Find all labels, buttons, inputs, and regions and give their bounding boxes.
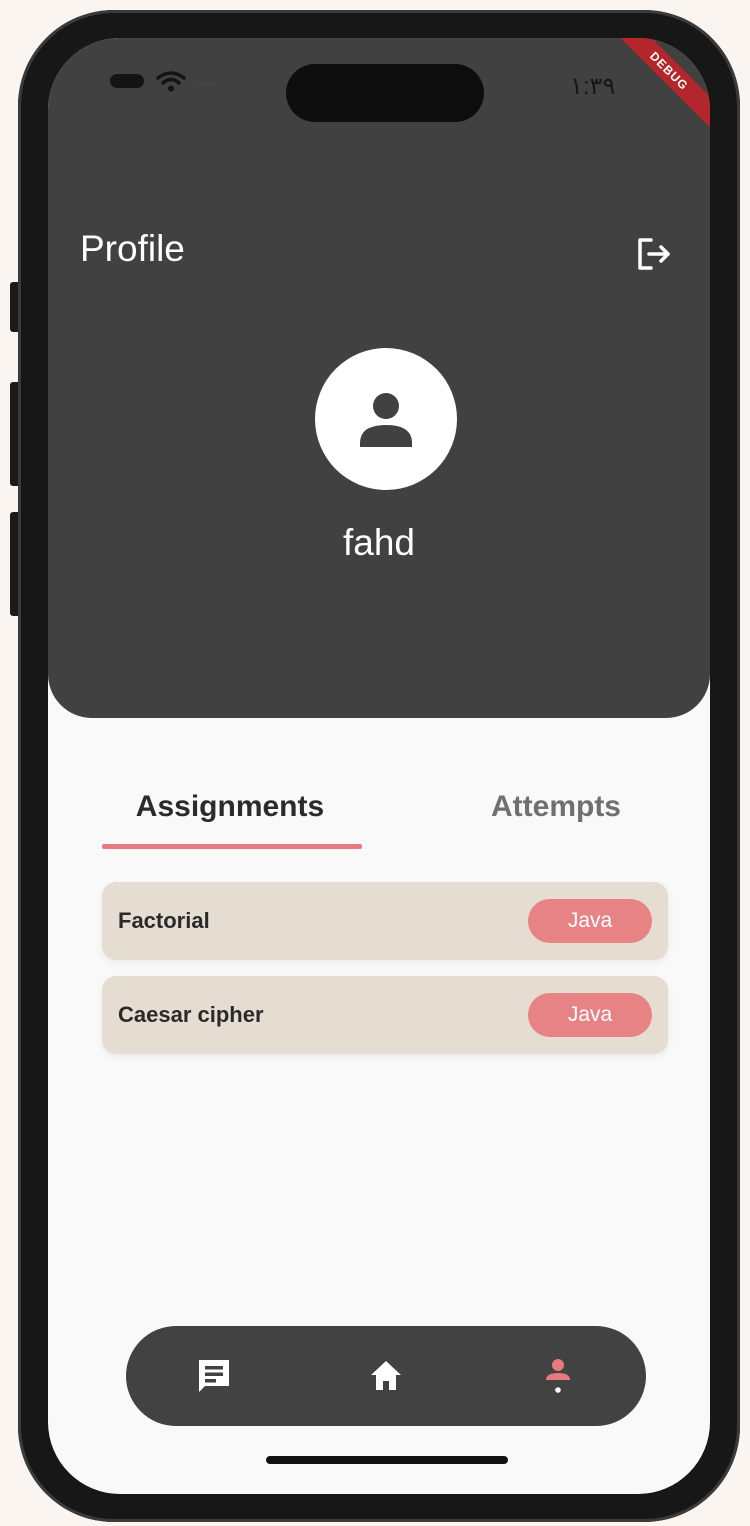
screen: .... ١:٣٩ DEBUG Profile fahd Assignments… — [48, 38, 710, 1494]
logout-icon[interactable] — [634, 234, 674, 274]
username: fahd — [342, 522, 415, 563]
profile-icon[interactable] — [538, 1356, 578, 1396]
chat-icon[interactable] — [194, 1356, 234, 1396]
page-title: Profile — [80, 228, 185, 269]
debug-banner: DEBUG — [608, 38, 710, 132]
battery-icon — [110, 74, 144, 88]
assignment-title: Caesar cipher — [118, 1002, 264, 1027]
debug-banner-container: DEBUG — [600, 38, 710, 148]
profile-header: .... ١:٣٩ DEBUG Profile fahd — [48, 38, 710, 718]
home-icon[interactable] — [366, 1356, 406, 1396]
assignment-card[interactable]: Caesar cipher Java — [102, 976, 668, 1054]
person-icon — [360, 393, 412, 447]
assignment-card[interactable]: Factorial Java — [102, 882, 668, 960]
phone-frame: .... ١:٣٩ DEBUG Profile fahd Assignments… — [18, 10, 740, 1522]
tab-attempts[interactable]: Attempts — [436, 790, 676, 824]
bottom-nav — [126, 1326, 646, 1426]
status-indicators: .... — [110, 70, 215, 92]
wifi-icon — [156, 71, 186, 92]
signal-dots: .... — [198, 74, 216, 88]
dynamic-island — [286, 64, 484, 122]
avatar — [315, 348, 457, 490]
language-badge: Java — [528, 993, 652, 1037]
tab-assignments[interactable]: Assignments — [100, 790, 360, 824]
tab-indicator — [102, 844, 362, 849]
assignment-title: Factorial — [118, 908, 210, 933]
home-indicator — [266, 1456, 508, 1464]
language-badge: Java — [528, 899, 652, 943]
